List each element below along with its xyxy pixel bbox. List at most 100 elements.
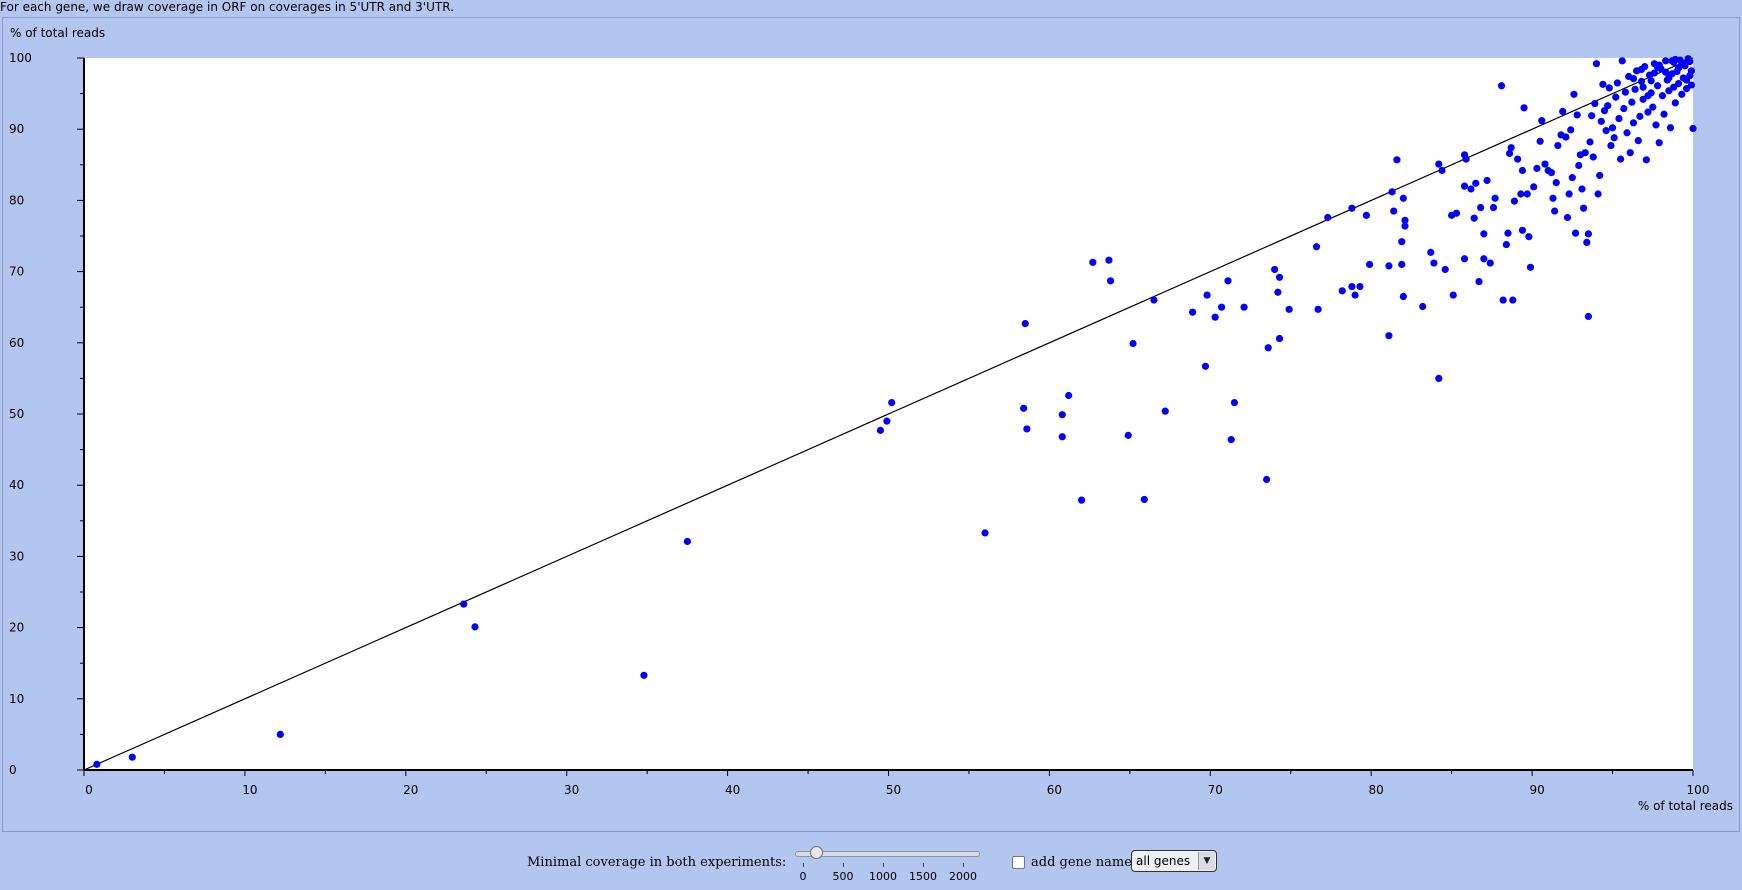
- data-point: [981, 529, 989, 537]
- data-point: [1533, 164, 1541, 172]
- y-tick-label: 30: [9, 549, 24, 563]
- data-point: [1483, 176, 1491, 185]
- data-point: [1452, 209, 1461, 217]
- data-point: [1588, 112, 1596, 120]
- data-point: [1314, 305, 1322, 313]
- min-coverage-slider[interactable]: 0 500 1000 1500 2000: [795, 846, 980, 886]
- data-point: [1597, 117, 1605, 125]
- data-point: [1671, 99, 1679, 107]
- data-point: [1642, 156, 1650, 164]
- add-gene-name-label[interactable]: add gene name: [1031, 855, 1132, 870]
- data-point: [1637, 65, 1646, 73]
- data-point: [1460, 182, 1469, 190]
- x-tick-label: 30: [564, 783, 579, 797]
- data-point: [1486, 259, 1494, 267]
- data-point: [1509, 296, 1517, 304]
- data-point: [1525, 233, 1533, 241]
- data-point: [1211, 313, 1219, 321]
- data-point: [1502, 240, 1510, 249]
- data-point: [1189, 308, 1197, 316]
- data-point: [1678, 60, 1686, 69]
- data-point: [1240, 303, 1248, 311]
- data-point: [1507, 144, 1515, 152]
- data-point: [1441, 265, 1449, 274]
- data-point: [1201, 362, 1210, 370]
- dropdown-arrow-icon[interactable]: ▼: [1198, 852, 1215, 870]
- scatter-plot-panel: 0 10 20 30 40 50 60 70 80 90 100 0 10 20 30 40 50 60 70 80 9…: [2, 17, 1740, 832]
- y-tick-label: 80: [9, 193, 24, 207]
- gene-filter-select[interactable]: all genes ▼: [1131, 850, 1217, 872]
- data-point: [1573, 111, 1581, 119]
- data-point: [1526, 263, 1535, 271]
- data-point: [1636, 112, 1644, 120]
- data-point: [1523, 190, 1531, 198]
- data-point: [1491, 194, 1499, 202]
- slider-tick: [963, 863, 964, 867]
- data-point: [1264, 344, 1272, 352]
- data-point: [1398, 238, 1406, 246]
- data-point: [1140, 495, 1148, 504]
- data-point: [1599, 80, 1607, 88]
- data-point: [1549, 194, 1557, 202]
- x-tick-label: 10: [242, 783, 257, 797]
- y-tick-label: 40: [9, 478, 24, 492]
- data-point: [1639, 83, 1647, 91]
- data-point: [1591, 99, 1599, 108]
- data-point: [1604, 102, 1612, 110]
- data-point: [1480, 255, 1488, 263]
- data-point: [1631, 85, 1639, 93]
- data-point: [1618, 57, 1626, 65]
- data-point: [1203, 291, 1211, 299]
- data-point: [1616, 155, 1625, 163]
- data-point: [1312, 243, 1321, 251]
- data-point: [1435, 160, 1443, 168]
- data-point: [1480, 230, 1488, 238]
- y-tick-label: 0: [9, 763, 17, 777]
- data-point: [1658, 92, 1667, 100]
- x-tick-label: 70: [1208, 783, 1223, 797]
- x-tick-label: 50: [886, 783, 901, 797]
- data-point: [1399, 292, 1407, 301]
- data-point: [1427, 248, 1435, 256]
- data-point: [1348, 282, 1356, 291]
- data-point: [1584, 230, 1593, 238]
- data-point: [1629, 75, 1638, 83]
- add-gene-name-checkbox[interactable]: [1012, 856, 1025, 869]
- data-point: [1324, 213, 1332, 222]
- data-point: [1592, 60, 1601, 68]
- slider-tick-label: 1000: [869, 870, 897, 883]
- data-point: [471, 623, 479, 631]
- data-point: [1271, 265, 1279, 274]
- data-point: [1362, 211, 1370, 219]
- data-point: [1227, 436, 1235, 444]
- data-point: [1568, 174, 1576, 182]
- data-point: [1517, 190, 1525, 198]
- data-point: [1398, 260, 1406, 269]
- slider-thumb[interactable]: [810, 846, 823, 859]
- slider-tick-label: 2000: [949, 870, 977, 883]
- data-point: [1124, 431, 1132, 439]
- data-point: [1682, 76, 1691, 84]
- data-point: [1020, 404, 1028, 412]
- slider-tick: [923, 863, 924, 867]
- y-tick-label: 50: [9, 407, 24, 421]
- data-point: [1230, 399, 1239, 407]
- data-point: [1285, 305, 1293, 313]
- y-tick-label: 70: [9, 265, 24, 279]
- slider-tick-label: 1500: [909, 870, 937, 883]
- data-point: [1538, 117, 1546, 125]
- data-point: [1668, 57, 1676, 65]
- data-point: [1586, 138, 1594, 146]
- data-point: [1644, 92, 1652, 100]
- data-point: [1629, 119, 1638, 127]
- data-point: [1626, 149, 1634, 157]
- data-point: [1089, 258, 1097, 266]
- data-point: [1435, 374, 1443, 382]
- data-point: [1470, 214, 1478, 222]
- controls-bar: Minimal coverage in both experiments: 0 5…: [0, 846, 1742, 890]
- data-point: [1150, 296, 1158, 304]
- slider-tick: [803, 863, 804, 867]
- y-tick-label: 90: [9, 122, 24, 136]
- data-point: [1610, 134, 1618, 142]
- data-point: [1462, 155, 1470, 163]
